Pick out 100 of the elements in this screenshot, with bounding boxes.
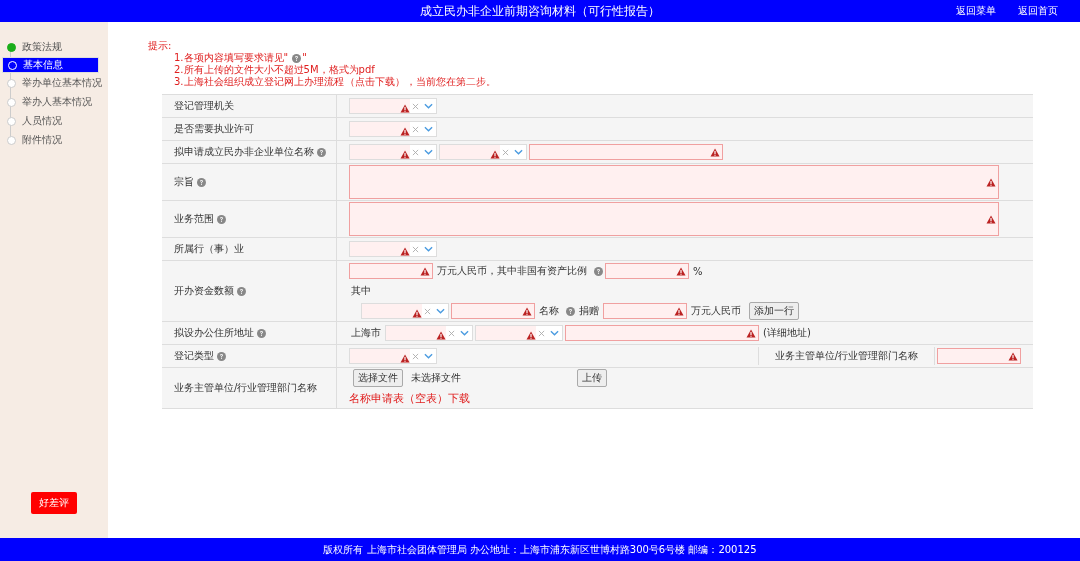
clear-icon[interactable] <box>448 329 455 337</box>
rating-button[interactable]: 好差评 <box>31 492 77 514</box>
field-label: 是否需要执业许可 <box>174 122 254 136</box>
clear-icon[interactable] <box>502 148 509 156</box>
field-text: 上海市 <box>351 326 381 340</box>
help-icon[interactable] <box>217 351 226 361</box>
clear-icon[interactable] <box>412 245 419 253</box>
select-field[interactable] <box>349 144 437 160</box>
warning-icon <box>420 266 430 276</box>
warning-icon <box>400 150 410 159</box>
choose-file-button[interactable]: 选择文件 <box>353 369 403 387</box>
step-item[interactable]: 附件情况 <box>2 131 106 149</box>
step-item[interactable]: 举办单位基本情况 <box>2 74 106 92</box>
select-field[interactable] <box>439 144 527 160</box>
input-field[interactable] <box>565 325 759 341</box>
header-link[interactable]: 返回菜单 <box>956 4 996 18</box>
chevron-down-icon[interactable] <box>424 246 433 252</box>
field-label: 开办资金数额 <box>174 284 234 298</box>
help-icon[interactable] <box>292 53 302 63</box>
warning-icon <box>436 331 446 340</box>
help-icon[interactable] <box>257 328 266 338</box>
select-field[interactable] <box>361 303 449 319</box>
chevron-down-icon[interactable] <box>424 149 433 155</box>
field-label: 业务主管单位/行业管理部门名称 <box>758 347 935 365</box>
tips-title: 提示: <box>148 40 173 52</box>
select-field[interactable] <box>349 348 437 364</box>
tip-text: 1.各项内容填写要求请见" <box>174 52 289 64</box>
chevron-down-icon[interactable] <box>550 330 559 336</box>
help-icon[interactable] <box>566 306 575 316</box>
field-label: 宗旨 <box>174 175 194 189</box>
field-text: 名称 <box>539 304 559 318</box>
download-link[interactable]: （点击下载） <box>344 76 405 88</box>
chevron-down-icon[interactable] <box>424 353 433 359</box>
warning-icon <box>746 328 756 338</box>
field-label: 拟申请成立民办非企业单位名称 <box>174 145 314 159</box>
warning-icon <box>412 309 422 318</box>
download-link[interactable]: 名称申请表（空表）下载 <box>349 390 470 406</box>
clear-icon[interactable] <box>412 148 419 156</box>
warning-icon <box>986 177 996 187</box>
step-item[interactable]: 举办人基本情况 <box>2 93 106 111</box>
header-link[interactable]: 返回首页 <box>1018 4 1058 18</box>
warning-icon <box>986 214 996 224</box>
input-field[interactable] <box>937 348 1021 364</box>
help-icon[interactable] <box>237 286 246 296</box>
help-icon[interactable] <box>317 147 326 157</box>
help-icon[interactable] <box>594 266 603 276</box>
warning-icon <box>1008 351 1018 361</box>
field-label: 拟设办公住所地址 <box>174 326 254 340</box>
tip-text: 3.上海社会组织成立登记网上办理流程 <box>174 76 344 88</box>
clear-icon[interactable] <box>412 352 419 360</box>
field-label: 登记类型 <box>174 349 214 363</box>
input-field[interactable] <box>451 303 535 319</box>
field-text: 捐赠 <box>579 304 599 318</box>
step-item[interactable]: 人员情况 <box>2 112 106 130</box>
input-field[interactable] <box>349 263 433 279</box>
field-text: 万元人民币，其中非国有资产比例 <box>437 264 587 278</box>
warning-icon <box>526 331 536 340</box>
select-field[interactable] <box>349 98 437 114</box>
warning-icon <box>676 266 686 276</box>
help-icon[interactable] <box>197 177 206 187</box>
clear-icon[interactable] <box>412 125 419 133</box>
step-item[interactable]: 基本信息 <box>2 57 99 73</box>
step-item[interactable]: 政策法规 <box>2 38 106 56</box>
footer-text: 版权所有 上海市社会团体管理局 办公地址：上海市浦东新区世博村路300号6号楼 邮编：200125 <box>323 542 757 557</box>
text-area[interactable] <box>349 202 999 236</box>
input-field[interactable] <box>605 263 689 279</box>
field-label: 业务主管单位/行业管理部门名称 <box>174 381 318 395</box>
field-text: (详细地址) <box>763 326 811 340</box>
tip-text: 2.所有上传的文件大小不超过5M，格式为pdf <box>174 64 375 76</box>
help-icon[interactable] <box>217 214 226 224</box>
chevron-down-icon[interactable] <box>424 103 433 109</box>
text-area[interactable] <box>349 165 999 199</box>
input-field[interactable] <box>529 144 723 160</box>
select-field[interactable] <box>349 121 437 137</box>
warning-icon <box>490 150 500 159</box>
form-button[interactable]: 添加一行 <box>749 302 799 320</box>
chevron-down-icon[interactable] <box>514 149 523 155</box>
field-text: % <box>693 265 703 277</box>
file-status: 未选择文件 <box>411 371 461 385</box>
warning-icon <box>400 247 410 256</box>
form-button[interactable]: 上传 <box>577 369 607 387</box>
field-label: 所属行（事）业 <box>174 242 244 256</box>
clear-icon[interactable] <box>412 102 419 110</box>
chevron-down-icon[interactable] <box>460 330 469 336</box>
chevron-down-icon[interactable] <box>436 308 445 314</box>
select-field[interactable] <box>385 325 473 341</box>
select-field[interactable] <box>349 241 437 257</box>
input-field[interactable] <box>603 303 687 319</box>
warning-icon <box>400 127 410 136</box>
warning-icon <box>400 354 410 363</box>
chevron-down-icon[interactable] <box>424 126 433 132</box>
field-label: 登记管理机关 <box>174 99 234 113</box>
tip-text: " <box>302 52 307 64</box>
tip-text: ，当前您在第二步。 <box>405 76 496 88</box>
clear-icon[interactable] <box>424 307 431 315</box>
warning-icon <box>400 104 410 113</box>
clear-icon[interactable] <box>538 329 545 337</box>
warning-icon <box>710 147 720 157</box>
field-text: 其中 <box>351 284 371 298</box>
select-field[interactable] <box>475 325 563 341</box>
